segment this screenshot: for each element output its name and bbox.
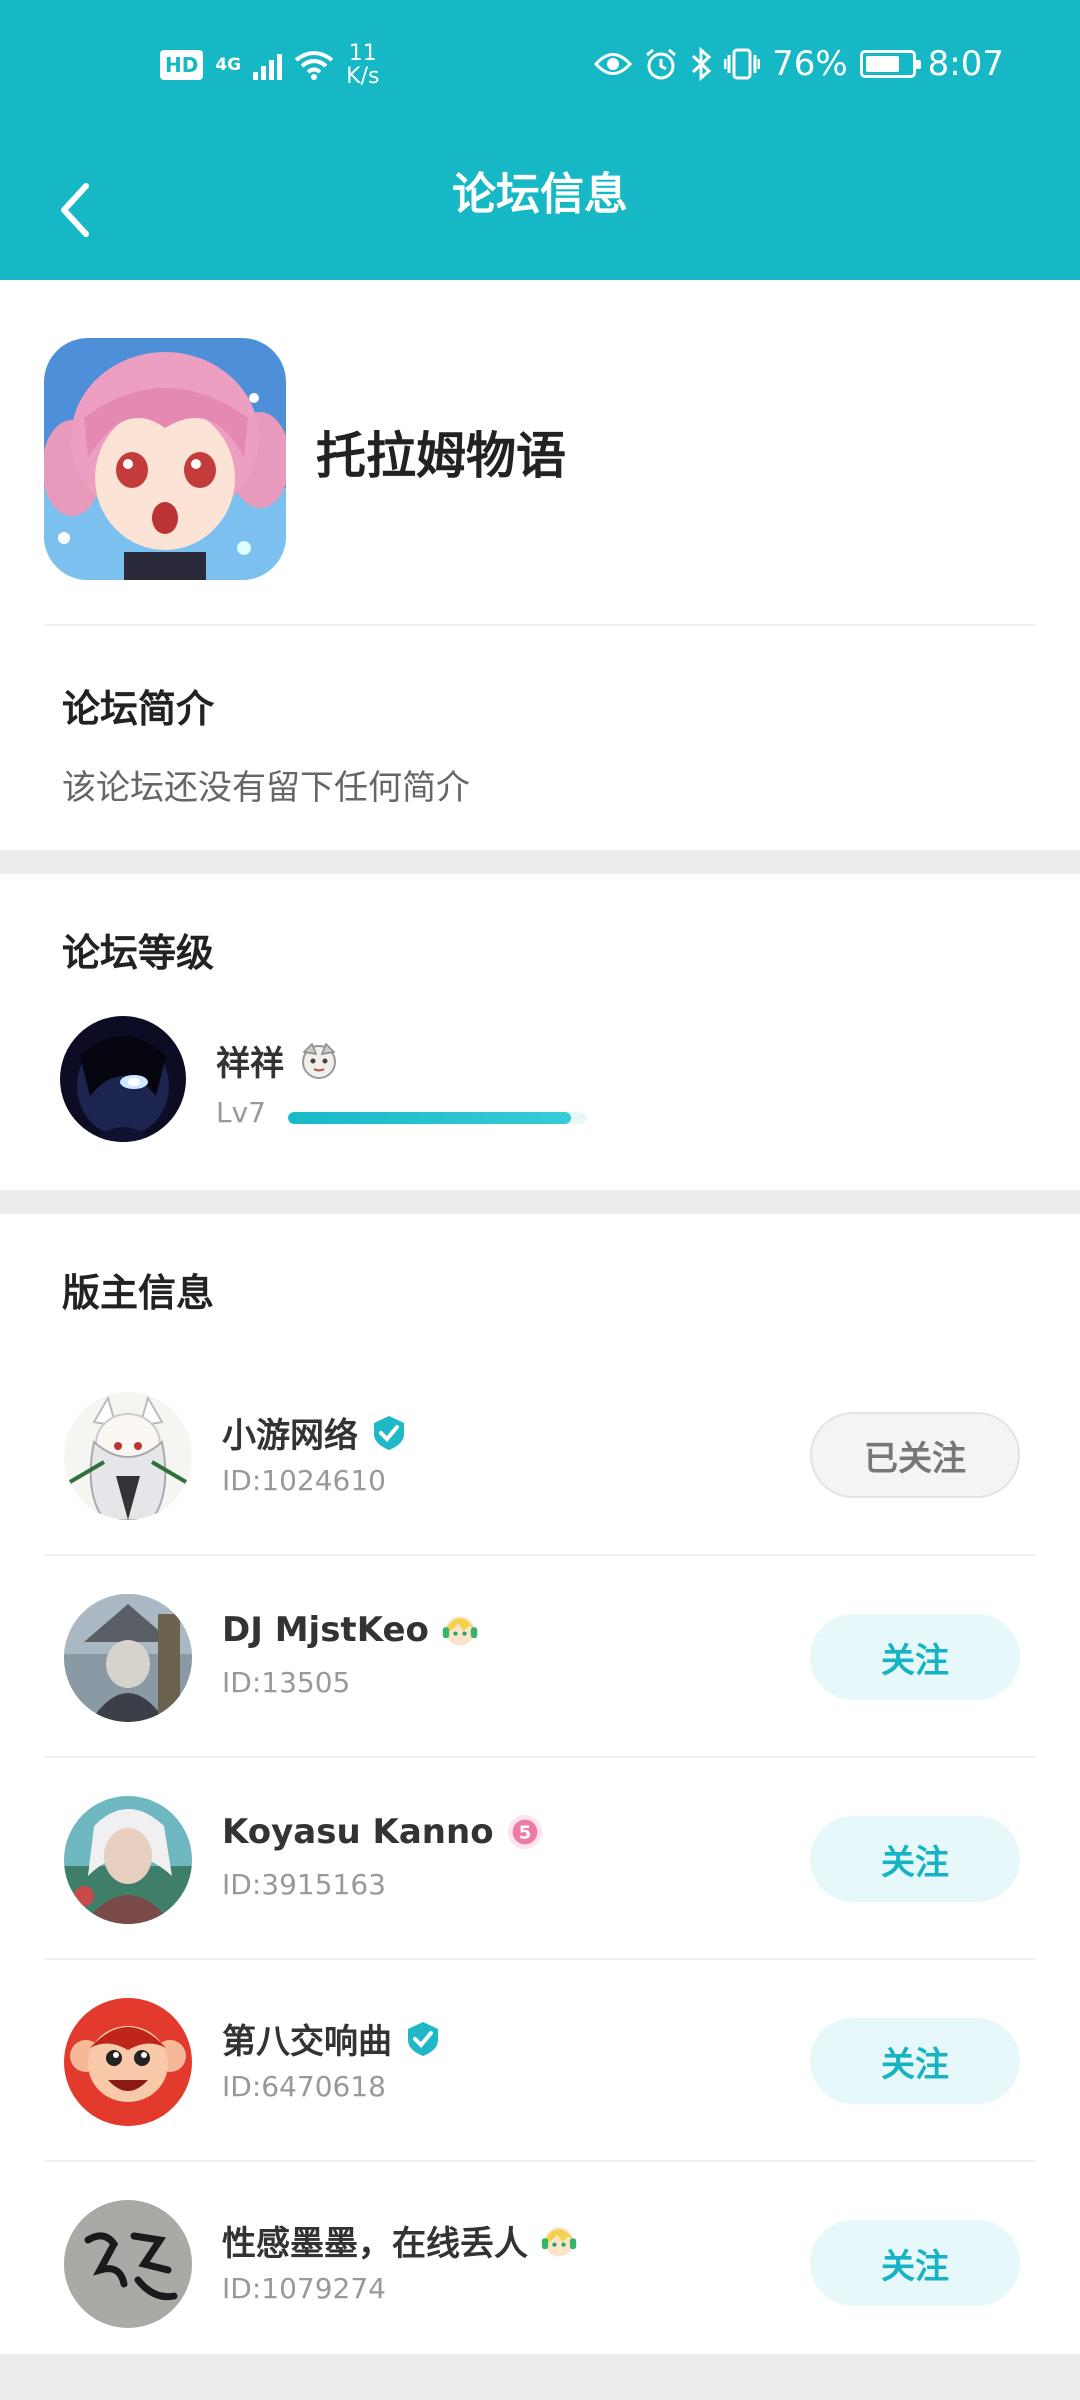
moderator-avatar-image — [64, 1594, 192, 1722]
moderator-id: ID:1024610 — [222, 1464, 386, 1497]
level-5-badge-icon: 5 — [507, 1814, 542, 1850]
avatar[interactable] — [60, 1016, 186, 1142]
back-button[interactable] — [40, 170, 110, 250]
status-time: 8:07 — [927, 44, 1004, 84]
level-progress-bar — [288, 1112, 586, 1124]
list-item[interactable]: 性感墨墨，在线丢人 ID:1079274 关注 — [0, 2162, 1080, 2364]
moderator-name-row: DJ MjstKeo — [222, 1610, 479, 1650]
moderators-section-title: 版主信息 — [62, 1271, 215, 1315]
wifi-icon — [294, 51, 334, 80]
forum-level-card: 论坛等级 祥祥 Lv7 — [0, 874, 1080, 1190]
moderator-name: 小游网络 — [222, 1416, 358, 1456]
signal-icon — [253, 50, 283, 80]
moderator-avatar-image — [64, 1392, 192, 1520]
moderators-card: 版主信息 小游网络 ID:1024610 已关注 DJ MjstKeo ID:1… — [0, 1214, 1080, 2354]
speed-value: 11 — [348, 41, 377, 66]
moderator-avatar-image — [64, 2200, 192, 2328]
avatar[interactable] — [64, 1998, 192, 2126]
moderator-name: 第八交响曲 — [222, 2022, 392, 2062]
list-item[interactable]: Koyasu Kanno 5 ID:3915163 关注 — [0, 1758, 1080, 1960]
level-user-name-row: 祥祥 — [216, 1036, 342, 1085]
moderator-avatar-image — [64, 1998, 192, 2126]
verified-icon — [408, 2021, 438, 2056]
avatar[interactable] — [64, 1392, 192, 1520]
level-progress-fill — [288, 1112, 572, 1124]
vibrate-icon — [724, 48, 761, 80]
forum-icon — [44, 338, 286, 580]
list-item[interactable]: 第八交响曲 ID:6470618 关注 — [0, 1960, 1080, 2162]
avatar-badge-icon — [541, 2226, 577, 2256]
avatar-badge-icon — [442, 1616, 478, 1646]
moderator-id: ID:13505 — [222, 1666, 351, 1699]
network-speed: 11 K/s — [346, 42, 379, 88]
moderator-id: ID:3915163 — [222, 1868, 386, 1901]
bluetooth-icon — [692, 47, 712, 81]
following-button[interactable]: 已关注 — [810, 1412, 1020, 1498]
moderator-name: 性感墨墨，在线丢人 — [222, 2224, 528, 2264]
battery-percent: 76% — [772, 44, 848, 84]
chevron-left-icon — [61, 183, 89, 237]
alarm-icon — [646, 48, 677, 80]
moderator-id: ID:1079274 — [222, 2272, 386, 2305]
nav-bar: 论坛信息 — [0, 140, 1080, 280]
follow-button[interactable]: 关注 — [810, 1614, 1020, 1700]
status-bar: HD 4G 11 K/s 76% 8:07 — [0, 0, 1080, 140]
moderator-name-row: 小游网络 — [222, 1408, 408, 1457]
divider — [44, 624, 1036, 626]
speed-unit: K/s — [346, 64, 380, 89]
status-right: 76% 8:07 — [594, 44, 1004, 84]
level-user-name: 祥祥 — [216, 1044, 284, 1084]
follow-button[interactable]: 关注 — [810, 1816, 1020, 1902]
page-title: 论坛信息 — [452, 169, 628, 220]
moderator-name-row: 性感墨墨，在线丢人 — [222, 2216, 578, 2265]
avatar[interactable] — [64, 1796, 192, 1924]
moderator-id: ID:6470618 — [222, 2070, 386, 2103]
level-label: Lv7 — [216, 1096, 266, 1129]
forum-info-card: 托拉姆物语 论坛简介 该论坛还没有留下任何简介 — [0, 280, 1080, 850]
svg-text:5: 5 — [518, 1823, 531, 1844]
intro-text: 该论坛还没有留下任何简介 — [62, 768, 470, 808]
status-left: HD 4G 11 K/s — [160, 42, 379, 88]
hd-badge: HD — [160, 50, 204, 80]
avatar[interactable] — [64, 1594, 192, 1722]
battery-level — [865, 56, 900, 72]
user-badge-icon — [302, 1042, 336, 1079]
avatar[interactable] — [64, 2200, 192, 2328]
moderator-name: Koyasu Kanno — [222, 1812, 494, 1852]
intro-title: 论坛简介 — [62, 687, 215, 731]
list-item[interactable]: DJ MjstKeo ID:13505 关注 — [0, 1556, 1080, 1758]
list-item[interactable]: 小游网络 ID:1024610 已关注 — [0, 1354, 1080, 1556]
network-type: 4G — [215, 55, 242, 75]
moderator-name-row: 第八交响曲 — [222, 2014, 442, 2063]
follow-button[interactable]: 关注 — [810, 2220, 1020, 2306]
moderator-name: DJ MjstKeo — [222, 1610, 429, 1650]
battery-icon — [859, 50, 921, 78]
moderator-avatar-image — [64, 1796, 192, 1924]
forum-anime-girl-icon — [44, 338, 286, 580]
follow-button[interactable]: 关注 — [810, 2018, 1020, 2104]
eye-icon — [594, 53, 633, 75]
forum-name: 托拉姆物语 — [316, 427, 566, 485]
level-section-title: 论坛等级 — [62, 931, 215, 975]
moderator-name-row: Koyasu Kanno 5 — [222, 1812, 544, 1852]
verified-icon — [374, 1415, 404, 1450]
user-avatar-image — [60, 1016, 186, 1142]
